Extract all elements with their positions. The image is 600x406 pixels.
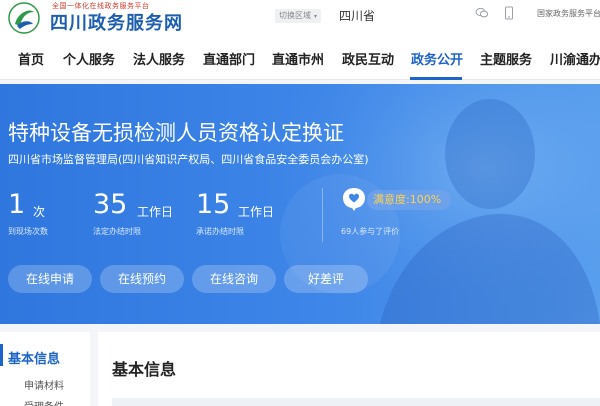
chevron-down-icon: ▾ <box>314 13 318 20</box>
info-table-header <box>112 398 600 406</box>
sidebar-item-basic-info[interactable]: 基本信息 <box>8 348 60 367</box>
nav-item-legal-person[interactable]: 法人服务 <box>133 49 185 68</box>
stats-divider <box>322 188 323 242</box>
rate-service-button[interactable]: 好差评 <box>284 265 368 293</box>
legal-deadline-value: 35 <box>93 189 128 220</box>
book-online-button[interactable]: 在线预约 <box>100 265 184 293</box>
nav-active-indicator <box>410 77 462 80</box>
onsite-visits-unit: 次 <box>33 205 46 219</box>
consult-online-button[interactable]: 在线咨询 <box>192 265 276 293</box>
promised-deadline-value: 15 <box>196 189 231 220</box>
service-department: 四川省市场监督管理局(四川省知识产权局、四川省食品安全委员会办公室) <box>8 153 369 166</box>
current-province: 四川省 <box>339 9 376 23</box>
sidebar-item-conditions[interactable]: 受理条件 <box>24 398 64 406</box>
sichuan-logo-icon[interactable] <box>8 2 40 34</box>
promised-deadline-unit: 工作日 <box>238 205 275 219</box>
detail-sidebar: 基本信息 申请材料 受理条件 <box>0 332 90 406</box>
detail-content: 基本信息 <box>90 332 600 406</box>
nav-item-gov-disclosure[interactable]: 政务公开 <box>411 49 463 68</box>
onsite-visits-value: 1 <box>8 189 26 220</box>
section-title: 基本信息 <box>112 360 177 379</box>
service-banner: 特种设备无损检测人员资格认定换证 四川省市场监督管理局(四川省知识产权局、四川省… <box>0 84 600 324</box>
service-title: 特种设备无损检测人员资格认定换证 <box>8 121 344 145</box>
region-switch-button[interactable]: 切换区域 ▾ <box>275 9 322 23</box>
top-bar: 全国一体化在线政务服务平台 四川政务服务网 切换区域 ▾ 四川省 国家政务服务平台 <box>0 0 600 36</box>
sidebar-item-materials[interactable]: 申请材料 <box>24 377 64 392</box>
nav-item-theme[interactable]: 主题服务 <box>480 49 532 68</box>
satisfaction-rate: 满意度:100% <box>367 190 452 210</box>
nav-item-departments[interactable]: 直通部门 <box>203 49 255 68</box>
onsite-visits-label: 到现场次数 <box>8 227 48 236</box>
legal-deadline-unit: 工作日 <box>137 205 174 219</box>
nav-item-home[interactable]: 首页 <box>18 49 44 68</box>
national-platform-link[interactable]: 国家政务服务平台 <box>537 8 600 19</box>
nav-item-cities[interactable]: 直通市州 <box>272 49 324 68</box>
heart-chat-icon <box>343 188 365 211</box>
sidebar-active-indicator <box>0 344 3 366</box>
nav-item-interaction[interactable]: 政民互动 <box>342 49 394 68</box>
region-switch-label: 切换区域 <box>279 11 311 20</box>
mobile-icon[interactable] <box>502 6 516 20</box>
main-nav: 首页 个人服务 法人服务 直通部门 直通市州 政民互动 政务公开 主题服务 川渝… <box>0 36 600 80</box>
nav-item-chuanyu[interactable]: 川渝通办 <box>550 49 600 68</box>
promised-deadline-label: 承诺办结时限 <box>196 227 244 236</box>
apply-online-button[interactable]: 在线申请 <box>8 265 92 293</box>
legal-deadline-label: 法定办结时限 <box>93 227 141 236</box>
rating-participants: 69人参与了评价 <box>341 227 400 236</box>
wechat-icon[interactable] <box>475 6 489 20</box>
site-title[interactable]: 四川政务服务网 <box>50 9 183 35</box>
nav-item-personal[interactable]: 个人服务 <box>63 49 115 68</box>
